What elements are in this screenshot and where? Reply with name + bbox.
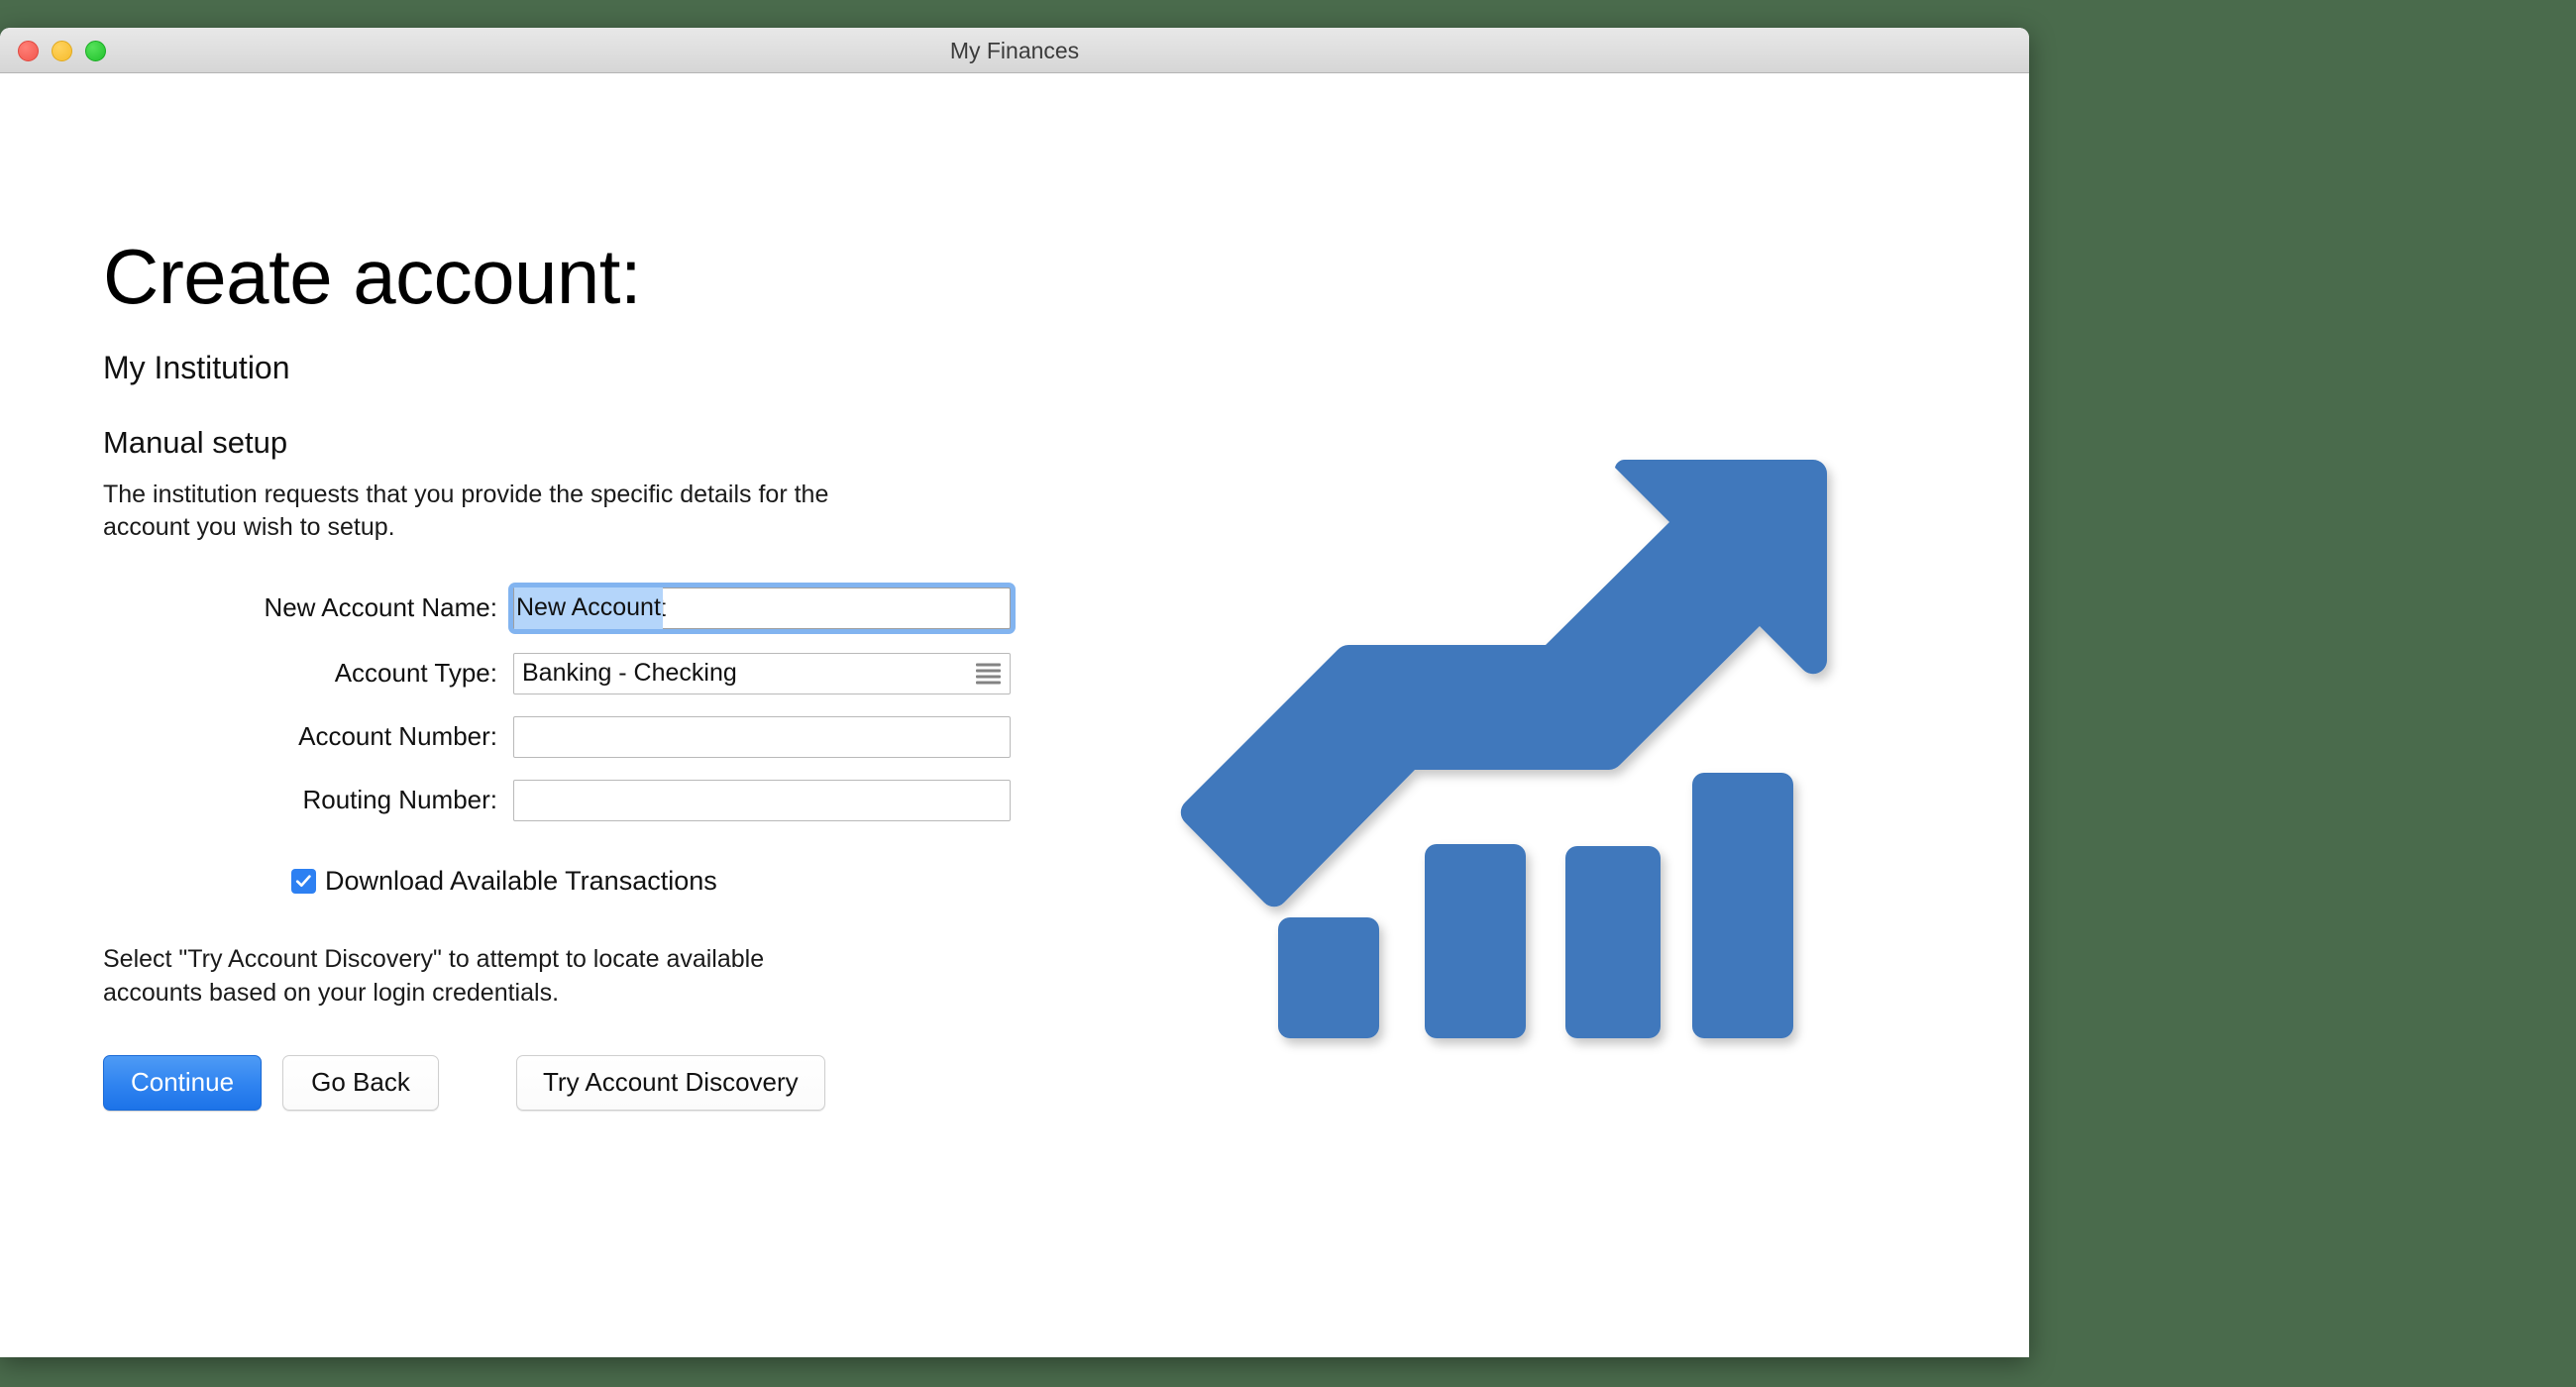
growth-chart-graphic [1169,430,1863,1084]
account-details-form: New Account Name: New Account Account Ty… [103,583,1054,826]
try-account-discovery-button[interactable]: Try Account Discovery [516,1055,825,1111]
label-routing-number: Routing Number: [103,785,513,815]
go-back-button[interactable]: Go Back [282,1055,439,1111]
form-row-account-type: Account Type: Banking - Checking [103,648,1054,699]
label-account-number: Account Number: [103,721,513,752]
download-transactions-row[interactable]: Download Available Transactions [291,866,1054,897]
discovery-description: Select "Try Account Discovery" to attemp… [103,942,856,1010]
form-row-account-number: Account Number: [103,711,1054,763]
continue-button[interactable]: Continue [103,1055,262,1111]
section-heading: Manual setup [103,425,1054,461]
routing-number-input[interactable] [513,780,1011,821]
window-title: My Finances [0,28,2029,73]
page-title: Create account: [103,237,1054,318]
institution-name: My Institution [103,350,1054,386]
setup-form-column: Create account: My Institution Manual se… [103,237,1054,1111]
form-row-routing-number: Routing Number: [103,775,1054,826]
section-description: The institution requests that you provid… [103,479,836,545]
account-type-value: Banking - Checking [522,659,737,688]
label-account-type: Account Type: [103,658,513,689]
new-account-name-field-wrap: New Account [508,583,1016,634]
account-number-field-wrap [513,716,1011,758]
download-transactions-checkbox[interactable] [291,869,316,894]
growth-chart-icon [1169,430,1863,1084]
action-button-row: Continue Go Back Try Account Discovery [103,1055,1054,1111]
account-type-select[interactable]: Banking - Checking [513,653,1011,694]
window-titlebar[interactable]: My Finances [0,28,2029,73]
window-content: Create account: My Institution Manual se… [0,73,2029,1357]
label-new-account-name: New Account Name: [103,592,513,623]
account-number-input[interactable] [513,716,1011,758]
form-row-account-name: New Account Name: New Account [103,583,1054,634]
checkmark-icon [294,872,313,891]
account-type-field-wrap: Banking - Checking [513,653,1011,694]
download-transactions-label: Download Available Transactions [325,866,717,897]
hamburger-lines-icon [976,663,1001,684]
new-account-name-input[interactable] [513,587,1011,629]
app-window: My Finances Create account: My Instituti… [0,28,2029,1357]
routing-number-field-wrap [513,780,1011,821]
